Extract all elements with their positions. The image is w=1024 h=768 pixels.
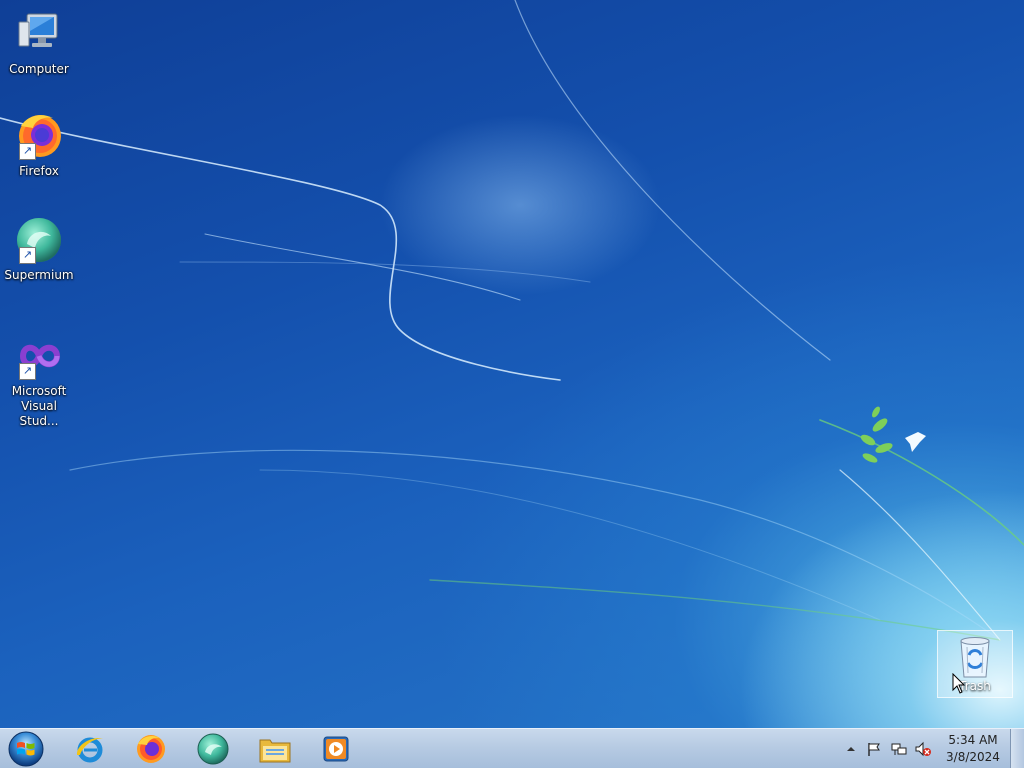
desktop-icon-visual-studio[interactable]: ↗ Microsoft Visual Stud... (0, 330, 78, 429)
taskbar: 5:34 AM 3/8/2024 (0, 728, 1024, 768)
network-icon[interactable] (891, 741, 907, 757)
taskbar-app-file-explorer[interactable] (247, 730, 303, 768)
file-explorer-icon (259, 739, 291, 763)
desktop-icon-firefox[interactable]: ↗ Firefox (0, 110, 78, 179)
internet-explorer-icon (76, 737, 103, 763)
desktop-icon-label: Computer (9, 62, 69, 76)
taskbar-app-firefox[interactable] (123, 730, 179, 768)
start-button[interactable] (4, 730, 48, 768)
clock-time: 5:34 AM (948, 733, 998, 747)
computer-icon (13, 8, 65, 60)
desktop-icon-trash[interactable]: Trash (937, 630, 1013, 698)
desktop-icon-label: Firefox (19, 164, 59, 178)
desktop-icon-label: Supermium (4, 268, 74, 282)
mouse-cursor-icon (952, 673, 966, 694)
wallpaper-decoration (0, 0, 1024, 641)
action-center-flag-icon[interactable] (866, 741, 882, 757)
volume-muted-icon[interactable] (915, 741, 931, 757)
desktop-icon-supermium[interactable]: ↗ Supermium (0, 214, 78, 283)
supermium-icon: ↗ (13, 214, 65, 266)
firefox-icon (137, 735, 165, 763)
windows-start-icon (8, 731, 44, 767)
show-desktop-button[interactable] (1010, 729, 1024, 768)
taskbar-app-supermium[interactable] (185, 730, 241, 768)
system-clock[interactable]: 5:34 AM 3/8/2024 (937, 732, 1009, 766)
desktop-icon-label: Microsoft Visual Stud... (11, 384, 67, 428)
shortcut-arrow-icon: ↗ (19, 363, 36, 380)
supermium-icon (197, 733, 229, 765)
media-player-icon (323, 736, 349, 762)
shortcut-arrow-icon: ↗ (19, 143, 36, 160)
taskbar-app-media-player[interactable] (308, 730, 364, 768)
clock-date: 3/8/2024 (946, 750, 1000, 764)
desktop-icon-label: Trash (959, 679, 991, 693)
show-hidden-icons-icon[interactable] (843, 741, 859, 757)
desktop[interactable]: Computer ↗ Firefox ↗ Supermium ↗ Microso… (0, 0, 1024, 728)
shortcut-arrow-icon: ↗ (19, 247, 36, 264)
taskbar-app-internet-explorer[interactable] (62, 730, 118, 768)
desktop-icon-computer[interactable]: Computer (0, 8, 78, 77)
firefox-icon: ↗ (13, 110, 65, 162)
visual-studio-icon: ↗ (13, 330, 65, 382)
